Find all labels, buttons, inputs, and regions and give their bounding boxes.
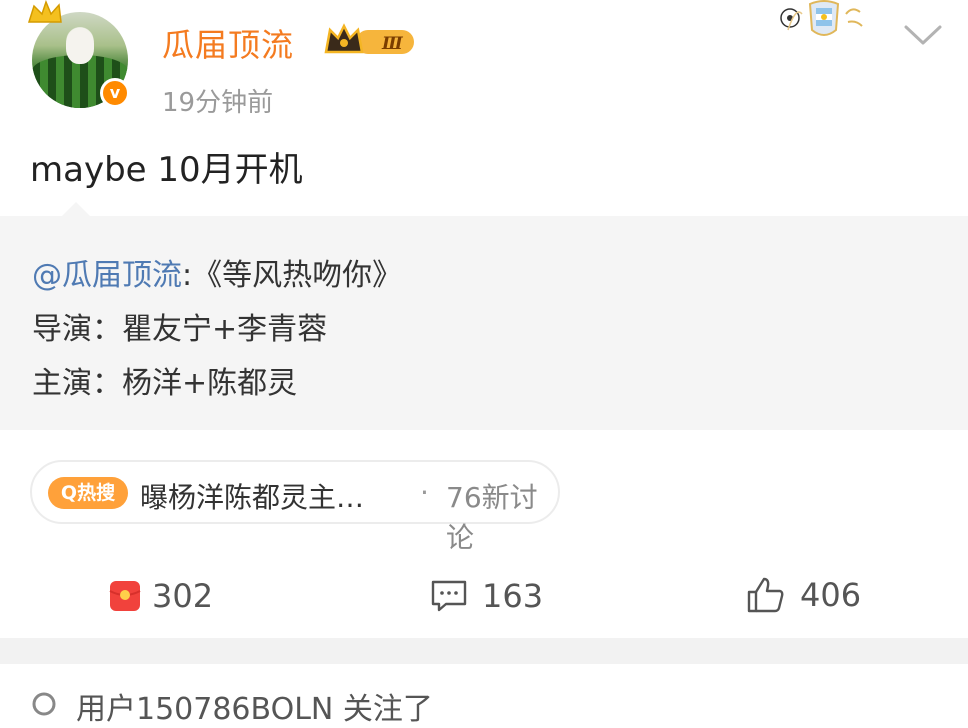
repost-notch: [62, 202, 90, 216]
username[interactable]: 瓜届顶流: [162, 20, 294, 66]
repost-title-line: @瓜届顶流:《等风热吻你》: [32, 250, 402, 294]
hot-search-link[interactable]: Q热搜 曝杨洋陈都灵主… · 76新讨论: [30, 460, 560, 554]
repost-count: 302: [152, 577, 214, 615]
post-content: maybe 10月开机: [30, 150, 303, 190]
red-envelope-repost-icon: [109, 581, 141, 611]
hot-search-separator: ·: [420, 476, 429, 509]
level-numeral: Ⅲ: [381, 34, 404, 54]
repost-cast-line: 主演：杨洋+陈都灵: [32, 366, 298, 401]
comment-icon: [431, 580, 467, 612]
hot-search-tag: Q热搜: [48, 477, 128, 509]
football-argentina-badge: [780, 0, 863, 36]
repost-title: :《等风热吻你》: [182, 258, 403, 293]
thumbs-up-icon: [747, 577, 784, 613]
chevron-down-icon[interactable]: [902, 22, 944, 48]
follow-notice[interactable]: 用户150786BOLN 关注了: [76, 684, 433, 728]
like-count: 406: [800, 576, 862, 614]
comment-button[interactable]: 163: [430, 576, 543, 616]
hot-search-title: 曝杨洋陈都灵主…: [140, 481, 365, 514]
crown-level-icon[interactable]: Ⅲ: [322, 22, 418, 60]
verified-badge-icon: v: [100, 78, 130, 108]
avatar-crown-icon: [27, 0, 62, 23]
post-timestamp: 19分钟前: [162, 88, 274, 118]
repost-director-line: 导演：瞿友宁+李青蓉: [32, 312, 328, 347]
repost-mention-link[interactable]: @瓜届顶流: [32, 258, 182, 293]
cat-figure: [66, 30, 94, 64]
repost-button[interactable]: 302: [108, 576, 213, 616]
search-icon: [32, 692, 56, 716]
comment-count: 163: [482, 577, 544, 615]
hot-search-discussion-count: 76新讨论: [446, 481, 538, 554]
like-button[interactable]: 406: [746, 574, 861, 616]
section-divider: [0, 638, 968, 664]
